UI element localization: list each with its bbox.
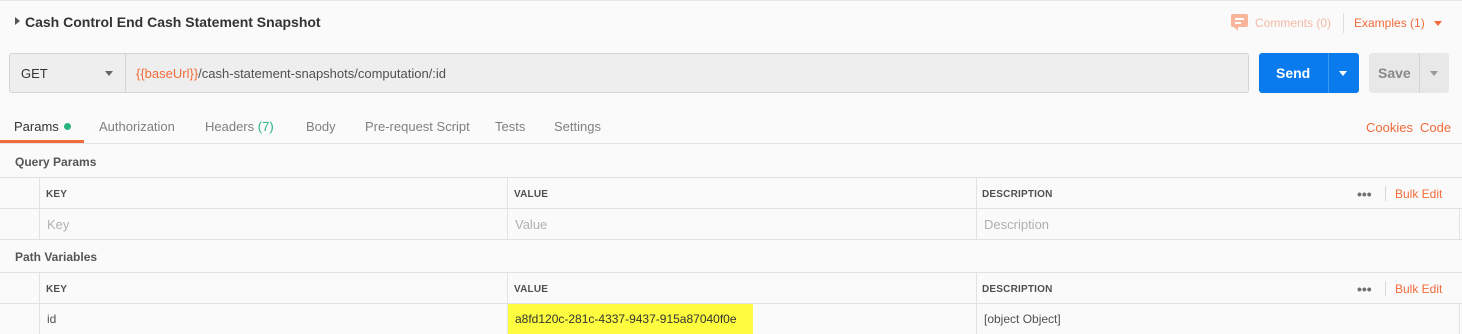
chevron-down-icon (105, 71, 113, 76)
path-variables-label: Path Variables (15, 250, 98, 264)
tab-prerequest-script[interactable]: Pre-request Script (365, 119, 470, 134)
send-label: Send (1276, 65, 1311, 81)
send-button[interactable]: Send (1259, 53, 1359, 93)
column-header-description: DESCRIPTION (982, 284, 1053, 295)
method-select[interactable]: GET (10, 54, 126, 92)
column-header-key: KEY (46, 284, 68, 295)
headers-count: (7) (257, 119, 274, 134)
value-input[interactable]: Value (515, 217, 547, 232)
table-row: id a8fd120c-281c-4337-9437-915a87040f0e … (0, 304, 1462, 334)
bulk-edit-link[interactable]: Bulk Edit (1395, 187, 1442, 201)
tabs-divider (0, 143, 1462, 144)
tab-body[interactable]: Body (306, 119, 336, 134)
more-dots-icon[interactable]: ••• (1357, 186, 1372, 202)
request-title[interactable]: Cash Control End Cash Statement Snapshot (25, 14, 321, 30)
save-button[interactable]: Save (1369, 53, 1449, 93)
send-options-chevron-icon[interactable] (1339, 71, 1347, 76)
comment-icon[interactable] (1231, 14, 1248, 31)
tab-headers[interactable]: Headers (7) (205, 119, 274, 134)
description-input[interactable]: Description (984, 217, 1049, 232)
url-input[interactable]: {{baseUrl}}/cash-statement-snapshots/com… (136, 66, 446, 81)
cookies-link[interactable]: Cookies (1366, 120, 1413, 135)
tab-params[interactable]: Params (14, 119, 71, 134)
tab-tests[interactable]: Tests (495, 119, 525, 134)
url-variable: {{baseUrl}} (136, 66, 199, 81)
request-title-row: Cash Control End Cash Statement Snapshot… (0, 1, 1462, 43)
comments-link[interactable]: Comments (0) (1255, 16, 1331, 30)
column-header-value: VALUE (514, 189, 549, 200)
more-dots-icon[interactable]: ••• (1357, 281, 1372, 297)
query-params-label: Query Params (15, 155, 97, 169)
examples-dropdown[interactable]: Examples (1) (1354, 16, 1425, 30)
query-params-empty-row: Key Value Description (0, 209, 1462, 240)
column-header-value: VALUE (514, 284, 549, 295)
chevron-down-icon[interactable] (1434, 21, 1442, 26)
path-variables-header-row: KEY VALUE DESCRIPTION ••• Bulk Edit (0, 273, 1462, 304)
bulk-edit-link[interactable]: Bulk Edit (1395, 282, 1442, 296)
method-label: GET (21, 66, 48, 81)
path-variable-description[interactable]: [object Object] (984, 312, 1061, 326)
tab-authorization[interactable]: Authorization (99, 119, 175, 134)
divider (1343, 13, 1344, 33)
params-active-dot (63, 123, 71, 130)
url-bar: GET {{baseUrl}}/cash-statement-snapshots… (9, 53, 1249, 93)
key-input[interactable]: Key (47, 217, 69, 232)
send-divider (1328, 53, 1329, 93)
column-header-key: KEY (46, 189, 68, 200)
query-params-table: KEY VALUE DESCRIPTION ••• Bulk Edit Key … (0, 177, 1462, 240)
tab-settings[interactable]: Settings (554, 119, 601, 134)
query-params-header-row: KEY VALUE DESCRIPTION ••• Bulk Edit (0, 178, 1462, 209)
column-header-description: DESCRIPTION (982, 189, 1053, 200)
save-options-chevron-icon[interactable] (1430, 71, 1438, 76)
url-path: /cash-statement-snapshots/computation/:i… (198, 66, 447, 81)
save-divider (1419, 53, 1420, 93)
path-variable-key[interactable]: id (47, 312, 56, 326)
code-link[interactable]: Code (1420, 120, 1451, 135)
caret-right-icon[interactable] (15, 17, 20, 25)
save-label: Save (1378, 65, 1411, 81)
path-variables-table: KEY VALUE DESCRIPTION ••• Bulk Edit id a… (0, 272, 1462, 334)
path-variable-value[interactable]: a8fd120c-281c-4337-9437-915a87040f0e (508, 304, 753, 334)
